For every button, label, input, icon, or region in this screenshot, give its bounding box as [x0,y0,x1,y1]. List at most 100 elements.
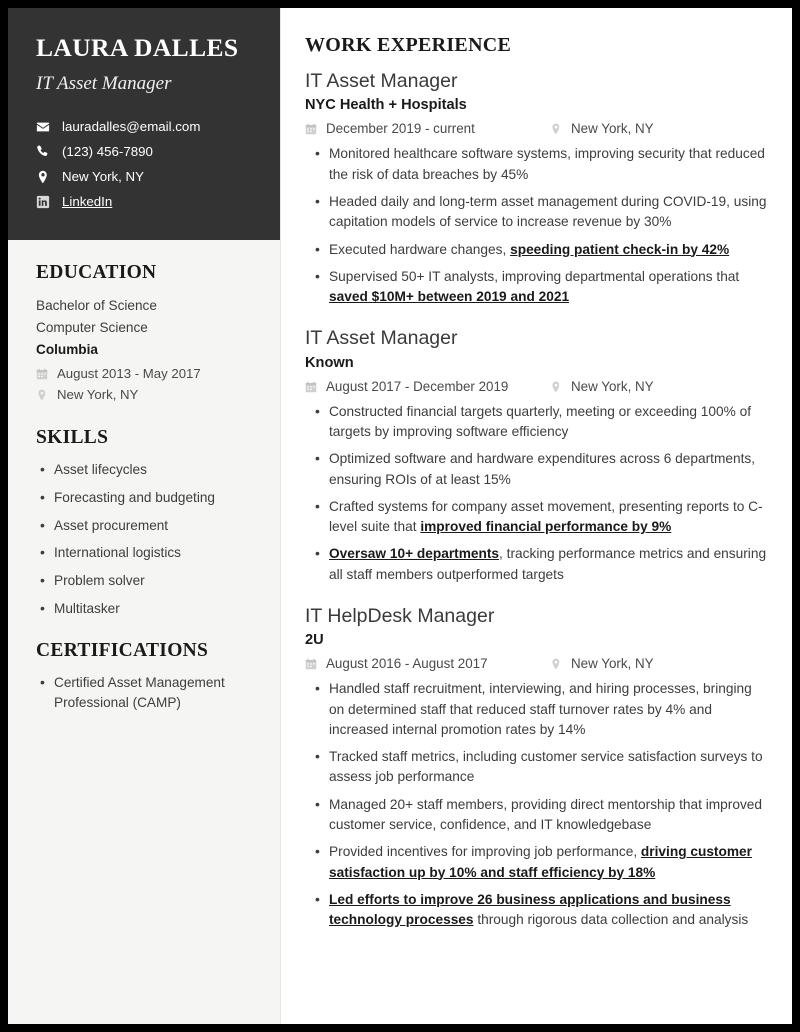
contact-location: New York, NY [36,168,252,186]
job-dates: December 2019 - current [305,119,550,139]
list-item: Multitasker [40,598,252,619]
list-item: Managed 20+ staff members, providing dir… [315,794,770,836]
education-dates: August 2013 - May 2017 [36,364,252,384]
work-experience-heading: WORK EXPERIENCE [305,34,512,56]
location-pin-icon [550,381,567,393]
location-pin-icon [550,123,567,135]
list-item: Oversaw 10+ departments, tracking perfor… [315,543,770,585]
list-item: Certified Asset Management Professional … [40,672,252,712]
list-item: Asset procurement [40,515,252,536]
resume-page: LAURA DALLES IT Asset Manager lauradalle… [8,8,792,1024]
job-meta: August 2016 - August 2017 New York, NY [305,654,770,674]
education-section: EDUCATION Bachelor of Science Computer S… [36,262,252,406]
job-entry: IT HelpDesk Manager 2U August 2016 - Augus… [305,605,770,930]
list-item: Monitored healthcare software systems, i… [315,143,770,185]
list-item: International logistics [40,542,252,563]
calendar-icon [36,368,53,380]
job-bullet-list: Handled staff recruitment, interviewing,… [305,678,770,931]
job-meta: August 2017 - December 2019 New York, NY [305,377,770,397]
contact-linkedin-link[interactable]: LinkedIn [62,193,112,211]
list-item: Headed daily and long-term asset managem… [315,191,770,233]
contact-email-text: lauradalles@email.com [62,118,201,134]
list-item: Provided incentives for improving job pe… [315,841,770,883]
contact-phone: (123) 456-7890 [36,143,252,161]
highlight-text: Oversaw 10+ departments [329,546,500,562]
job-dates: August 2016 - August 2017 [305,654,550,674]
list-item: Tracked staff metrics, including custome… [315,746,770,788]
job-dates-text: December 2019 - current [326,121,475,137]
job-location-text: New York, NY [571,656,654,672]
main-column: WORK EXPERIENCE IT Asset Manager NYC Heal… [281,8,792,1024]
education-heading: EDUCATION [36,261,157,283]
list-item: Handled staff recruitment, interviewing,… [315,678,770,740]
list-item: Executed hardware changes, speeding pati… [315,239,770,260]
job-location: New York, NY [550,654,654,674]
linkedin-icon [36,195,56,209]
contact-list: lauradalles@email.com (123) 456-7890 New… [36,118,252,211]
education-location-text: New York, NY [57,387,139,403]
sidebar-header: LAURA DALLES IT Asset Manager lauradalle… [8,8,280,240]
bullet-text: through rigorous data collection and ana… [473,912,749,928]
job-title: IT Asset Manager [305,327,458,350]
education-field: Computer Science [36,319,148,335]
job-dates: August 2017 - December 2019 [305,377,550,397]
calendar-icon [305,658,322,670]
education-location: New York, NY [36,385,252,405]
job-title: IT Asset Manager [305,70,458,92]
certifications-list: Certified Asset Management Professional … [36,672,252,712]
job-title: IT HelpDesk Manager [305,604,495,627]
job-dates-text: August 2017 - December 2019 [326,378,509,394]
job-dates-text: August 2016 - August 2017 [326,656,488,672]
phone-icon [36,145,56,159]
job-company: 2U [305,632,324,649]
list-item: Led efforts to improve 26 business appli… [315,889,770,931]
contact-location-text: New York, NY [62,168,145,184]
list-item: Problem solver [40,570,252,591]
highlight-text: saved $10M+ between 2019 and 2021 [329,289,570,305]
highlight-text: improved financial performance by 9% [420,519,672,535]
job-company: Known [305,354,354,371]
job-company: NYC Health + Hospitals [305,97,467,114]
bullet-text: Provided incentives for improving job pe… [329,844,641,860]
candidate-name: LAURA DALLES [36,33,239,62]
envelope-icon [36,120,56,134]
skills-section: SKILLS Asset lifecycles Forecasting and … [36,427,252,618]
bullet-text: Tracked staff metrics, including custome… [329,749,763,785]
bullet-text: Headed daily and long-term asset managem… [329,194,767,230]
list-item: Asset lifecycles [40,459,252,480]
bullet-text: Supervised 50+ IT analysts, improving de… [329,268,740,284]
list-item: Constructed financial targets quarterly,… [315,401,770,443]
job-location-text: New York, NY [571,378,654,394]
location-pin-icon [550,658,567,670]
sidebar: LAURA DALLES IT Asset Manager lauradalle… [8,8,281,1024]
job-location-text: New York, NY [571,121,654,137]
job-entry: IT Asset Manager Known August 2017 - Decem… [305,327,770,585]
bullet-text: Optimized software and hardware expendit… [329,451,756,487]
contact-linkedin[interactable]: LinkedIn [36,193,252,211]
list-item: Optimized software and hardware expendit… [315,448,770,490]
location-pin-icon [36,389,53,401]
job-bullet-list: Constructed financial targets quarterly,… [305,401,770,585]
bullet-text: Handled staff recruitment, interviewing,… [329,681,752,737]
highlight-text: speeding patient check-in by 42% [510,241,730,257]
education-degree: Bachelor of Science [36,297,157,313]
location-pin-icon [36,170,56,184]
bullet-text: Constructed financial targets quarterly,… [329,403,752,440]
job-bullet-list: Monitored healthcare software systems, i… [305,143,770,307]
job-location: New York, NY [550,119,654,139]
skills-heading: SKILLS [36,427,109,449]
work-experience-list: IT Asset Manager NYC Health + Hospitals De… [305,70,770,930]
contact-email: lauradalles@email.com [36,118,252,136]
list-item: Forecasting and budgeting [40,487,252,508]
list-item: Crafted systems for company asset moveme… [315,496,770,538]
calendar-icon [305,123,322,135]
candidate-headline: IT Asset Manager [36,73,172,95]
job-entry: IT Asset Manager NYC Health + Hospitals De… [305,70,770,307]
job-meta: December 2019 - current New York, NY [305,119,770,139]
calendar-icon [305,381,322,393]
certifications-section: CERTIFICATIONS Certified Asset Managemen… [36,640,252,712]
skills-list: Asset lifecycles Forecasting and budgeti… [36,459,252,619]
bullet-text: Executed hardware changes, [329,241,511,257]
education-dates-text: August 2013 - May 2017 [57,365,201,381]
bullet-text: Managed 20+ staff members, providing dir… [329,796,763,832]
